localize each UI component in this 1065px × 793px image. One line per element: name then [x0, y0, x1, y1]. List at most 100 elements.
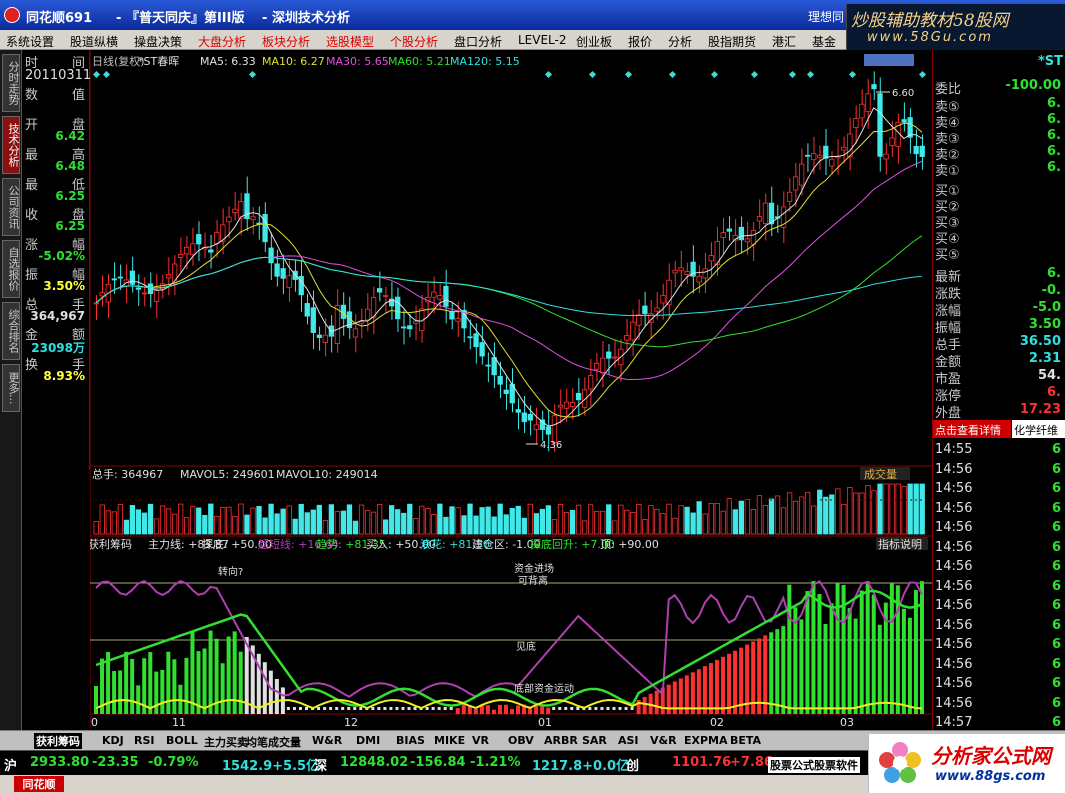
- indicator-tick: [389, 707, 393, 710]
- indicator-tab-1[interactable]: KDJ: [102, 734, 124, 747]
- volume-bar: [829, 494, 835, 535]
- candle-body: [756, 216, 763, 222]
- volume-bar: [817, 489, 823, 535]
- indicator-bar: [721, 656, 726, 714]
- nav-tab-5[interactable]: 更多...: [2, 364, 20, 412]
- sz-index: 12848.02: [340, 755, 409, 770]
- nav-tab-2[interactable]: 公司资讯: [2, 178, 20, 236]
- indicator-name: 获利筹码: [90, 537, 132, 551]
- menu-item-2[interactable]: 操盘决策: [134, 33, 182, 50]
- indicator-tab-16[interactable]: EXPMA: [684, 734, 728, 747]
- sector-tab[interactable]: 化学纤维: [1012, 420, 1065, 438]
- indicator-bar: [94, 686, 98, 714]
- indicator-tab-4[interactable]: 主力买卖: [204, 734, 248, 750]
- candle-body: [817, 154, 823, 159]
- short-term-line: [95, 579, 923, 698]
- tick-row: 14:56 6: [935, 500, 1061, 516]
- indicator-bar: [871, 594, 876, 714]
- menu-item-3[interactable]: 大盘分析: [198, 33, 246, 50]
- tick-row: 14:57 6: [935, 715, 1061, 730]
- volume-bar: [811, 505, 817, 535]
- volume-bar: [563, 512, 570, 535]
- cy-label: 创: [626, 759, 640, 774]
- volume-bar: [835, 488, 841, 535]
- indicator-bar: [733, 650, 738, 714]
- indicator-tab-17[interactable]: BETA: [730, 734, 761, 747]
- indicator-tab-3[interactable]: BOLL: [166, 734, 198, 747]
- indicator-bar: [823, 623, 828, 714]
- menu-item-9[interactable]: 创业板: [576, 33, 612, 50]
- volume-bar: [340, 510, 347, 535]
- indicator-tab-6[interactable]: W&R: [312, 734, 342, 747]
- indicator-tab-8[interactable]: BIAS: [396, 734, 425, 747]
- volume-bar: [594, 510, 600, 535]
- menu-item-7[interactable]: 盘口分析: [454, 33, 502, 50]
- detail-tab[interactable]: 点击查看详情: [933, 420, 1011, 438]
- indicator-bar: [889, 582, 894, 714]
- menu-item-8[interactable]: LEVEL-2: [518, 33, 567, 47]
- footer-brand[interactable]: 同花顺: [14, 776, 64, 792]
- chart-toolbar-icon[interactable]: [864, 54, 914, 66]
- menu-item-1[interactable]: 股道纵横: [70, 33, 118, 50]
- menu-item-0[interactable]: 系统设置: [6, 33, 54, 50]
- main-chart-area[interactable]: 日线(复权)*ST春晖 MA5: 6.33 MA10: 6.27 MA30: 5.65…: [90, 50, 932, 730]
- indicator-tab-7[interactable]: DMI: [356, 734, 380, 747]
- indicator-tab-13[interactable]: SAR: [582, 734, 607, 747]
- candle-body: [660, 295, 666, 304]
- promo-banner[interactable]: 分析家公式网 www.88gs.com: [868, 734, 1065, 793]
- volume-bar: [539, 508, 546, 535]
- nav-tab-4[interactable]: 综合排名: [2, 302, 20, 360]
- indicator-tab-14[interactable]: ASI: [618, 734, 639, 747]
- indicator-bar: [666, 684, 671, 714]
- indicator-tab-10[interactable]: VR: [472, 734, 489, 747]
- tick-row: 14:56 6: [935, 520, 1061, 535]
- menu-item-6[interactable]: 个股分析: [390, 33, 438, 50]
- indicator-tab-9[interactable]: MIKE: [434, 734, 465, 747]
- candle-body: [859, 103, 865, 119]
- volume-bar: [515, 505, 521, 535]
- menu-item-4[interactable]: 板块分析: [262, 33, 310, 50]
- candle-body: [473, 333, 479, 348]
- ma120-line: [95, 256, 923, 316]
- menu-item-12[interactable]: 股指期货: [708, 33, 756, 50]
- menu-item-13[interactable]: 港汇: [772, 33, 796, 50]
- indicator-tab-2[interactable]: RSI: [134, 734, 155, 747]
- menu-item-11[interactable]: 分析: [668, 33, 692, 50]
- volume-bar: [437, 503, 443, 535]
- indicator-bar: [817, 594, 822, 714]
- candle-body: [334, 305, 341, 344]
- menu-item-5[interactable]: 选股模型: [326, 33, 374, 50]
- candle-body: [226, 216, 232, 223]
- signal-diamond: [806, 70, 815, 79]
- candle-body: [413, 320, 419, 324]
- indicator-tab-15[interactable]: V&R: [650, 734, 677, 747]
- indicator-tab-0[interactable]: 获利筹码: [34, 733, 82, 749]
- ad-text[interactable]: 股票公式股票软件: [768, 757, 860, 773]
- nav-tab-3[interactable]: 自选报价: [2, 240, 20, 298]
- indicator-tab-11[interactable]: OBV: [508, 734, 534, 747]
- menu-item-10[interactable]: 报价: [628, 33, 652, 50]
- volume-bar: [786, 492, 793, 535]
- signal-diamond: [918, 70, 927, 79]
- volume-bar: [600, 510, 606, 535]
- volume-bar: [732, 509, 738, 535]
- nav-tab-1[interactable]: 技术分析: [2, 116, 20, 174]
- candle-body: [600, 357, 606, 374]
- ma-legend-ma60: MA60: 5.21: [388, 55, 451, 68]
- volume-bar: [913, 483, 919, 535]
- volume-bar: [901, 486, 907, 535]
- volume-bar: [147, 503, 154, 535]
- menu-item-14[interactable]: 基金: [812, 33, 836, 50]
- volume-bar: [666, 503, 672, 535]
- nav-tab-0[interactable]: 分时走势: [2, 54, 20, 112]
- info-value-1: 6.42: [55, 129, 85, 143]
- indicator-bar: [901, 608, 906, 714]
- indicator-tab-5[interactable]: 均笔成交量: [246, 734, 301, 750]
- promo-url: www.88gs.com: [935, 769, 1046, 784]
- volume-bar: [859, 492, 865, 535]
- indicator-tick: [606, 707, 610, 710]
- indicator-tab-12[interactable]: ARBR: [544, 734, 578, 747]
- volume-bar: [509, 507, 515, 535]
- volume-bar: [774, 495, 781, 535]
- volume-bar: [292, 518, 298, 535]
